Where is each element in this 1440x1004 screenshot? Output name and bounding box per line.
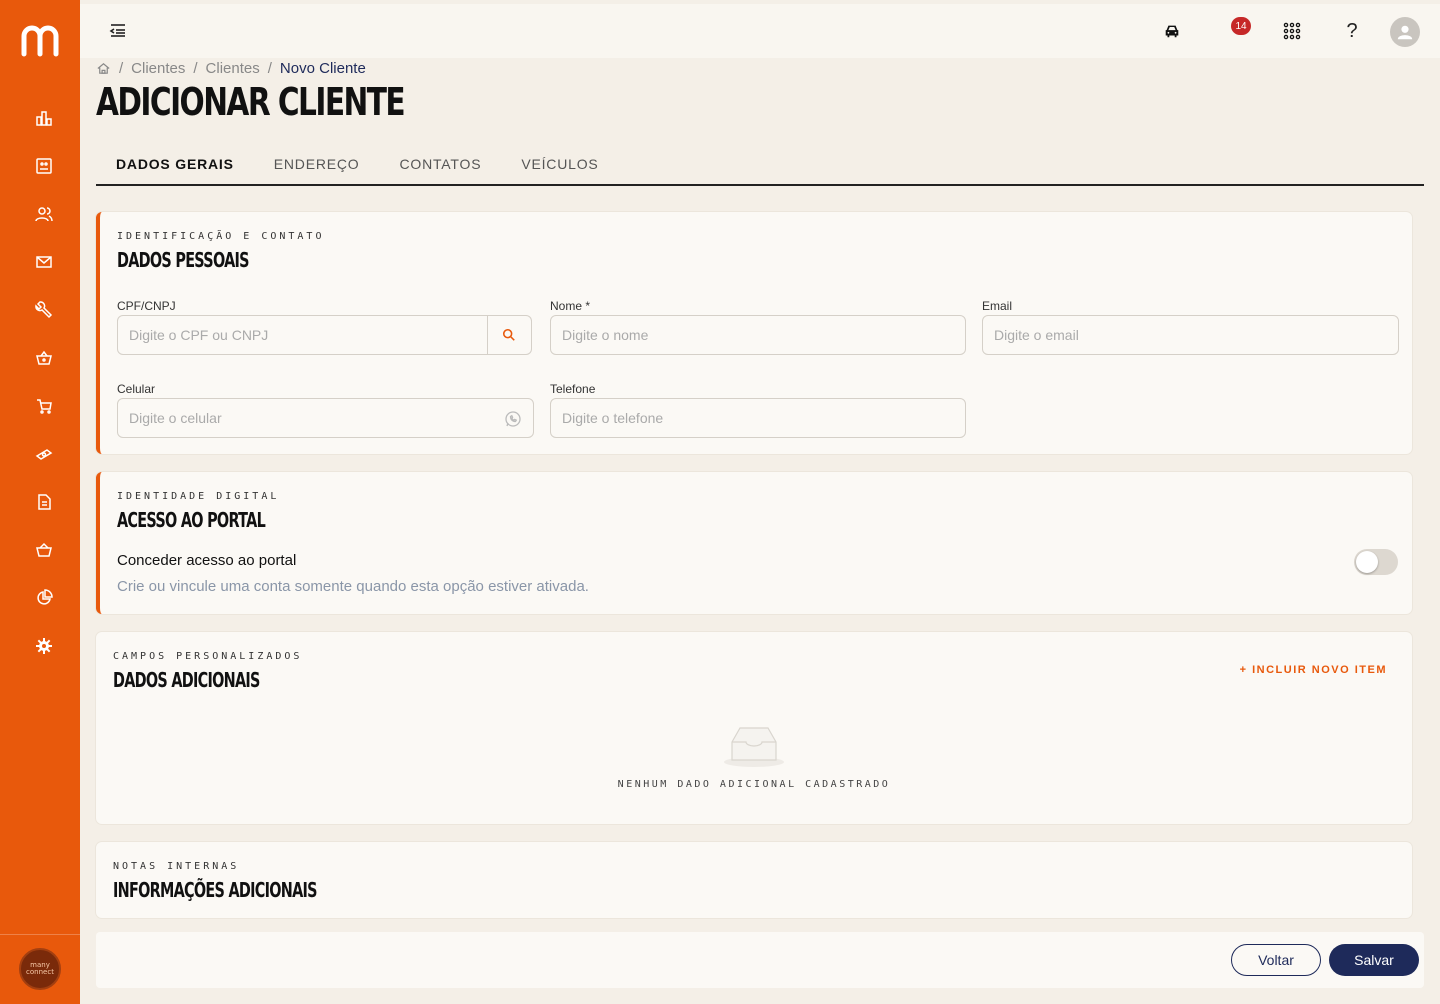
brand-badge-text: many connect xyxy=(26,961,54,976)
breadcrumb-separator: / xyxy=(193,59,198,77)
menu-collapse-icon[interactable] xyxy=(108,20,128,40)
nome-input[interactable]: Digite o nome xyxy=(550,315,966,355)
nome-label: Nome * xyxy=(550,299,590,313)
breadcrumb-item[interactable]: Clientes xyxy=(131,60,185,77)
page-title: ADICIONAR CLIENTE xyxy=(96,80,406,124)
tab-contatos[interactable]: CONTATOS xyxy=(379,144,501,184)
breadcrumb-item[interactable]: Clientes xyxy=(206,60,260,77)
add-item-button[interactable]: + INCLUIR NOVO ITEM xyxy=(1240,664,1387,676)
board-icon[interactable] xyxy=(32,154,56,178)
section-eyebrow: NOTAS INTERNAS xyxy=(113,861,240,872)
section-eyebrow: IDENTIFICAÇÃO E CONTATO xyxy=(117,231,325,242)
cpf-search-button[interactable] xyxy=(486,315,532,355)
celular-placeholder: Digite o celular xyxy=(129,410,222,426)
home-icon[interactable] xyxy=(96,61,111,76)
brand-logo[interactable] xyxy=(20,22,60,58)
portal-access-toggle[interactable] xyxy=(1354,549,1398,575)
tab-dados-gerais[interactable]: DADOS GERAIS xyxy=(96,144,254,184)
pie-chart-icon[interactable] xyxy=(32,586,56,610)
notification-badge[interactable]: 14 xyxy=(1231,17,1251,35)
sidebar: many connect xyxy=(0,0,80,1004)
email-input[interactable]: Digite o email xyxy=(982,315,1399,355)
money-icon[interactable] xyxy=(32,442,56,466)
users-icon[interactable] xyxy=(32,202,56,226)
tab-veiculos[interactable]: VEÍCULOS xyxy=(501,144,618,184)
breadcrumb: / Clientes / Clientes / Novo Cliente xyxy=(96,59,366,77)
internal-notes-card: NOTAS INTERNAS INFORMAÇÕES ADICIONAIS xyxy=(96,842,1412,918)
section-eyebrow: CAMPOS PERSONALIZADOS xyxy=(113,651,303,662)
mail-icon[interactable] xyxy=(32,250,56,274)
section-title: DADOS PESSOAIS xyxy=(117,248,250,272)
cpf-input[interactable]: Digite o CPF ou CNPJ xyxy=(117,315,488,355)
cpf-label: CPF/CNPJ xyxy=(117,299,176,313)
empty-state-text: NENHUM DADO ADICIONAL CADASTRADO xyxy=(617,779,891,790)
document-icon[interactable] xyxy=(32,490,56,514)
dashboard-icon[interactable] xyxy=(32,106,56,130)
additional-data-card: CAMPOS PERSONALIZADOS DADOS ADICIONAIS +… xyxy=(96,632,1412,824)
brand-badge[interactable]: many connect xyxy=(19,948,61,990)
section-title: DADOS ADICIONAIS xyxy=(113,668,260,692)
nome-label-text: Nome xyxy=(550,299,583,313)
shopping-basket-icon[interactable] xyxy=(32,538,56,562)
tab-bar: DADOS GERAIS ENDEREÇO CONTATOS VEÍCULOS xyxy=(96,144,1424,186)
user-avatar[interactable] xyxy=(1390,17,1420,47)
section-title: INFORMAÇÕES ADICIONAIS xyxy=(113,878,318,902)
required-marker: * xyxy=(585,299,591,313)
sidebar-divider xyxy=(0,934,80,935)
celular-label: Celular xyxy=(117,382,156,396)
personal-data-card: IDENTIFICAÇÃO E CONTATO DADOS PESSOAIS C… xyxy=(96,212,1412,454)
breadcrumb-separator: / xyxy=(267,59,272,77)
top-bar: 14 ? xyxy=(80,4,1440,58)
breadcrumb-separator: / xyxy=(119,59,124,77)
portal-hint: Crie ou vincule uma conta somente quando… xyxy=(117,578,589,595)
section-eyebrow: IDENTIDADE DIGITAL xyxy=(117,491,280,502)
wrench-icon[interactable] xyxy=(32,298,56,322)
empty-inbox-icon xyxy=(724,727,784,767)
save-button[interactable]: Salvar xyxy=(1329,944,1419,976)
cart-icon[interactable] xyxy=(32,394,56,418)
basket-icon[interactable] xyxy=(32,346,56,370)
apps-grid-icon[interactable] xyxy=(1279,18,1305,44)
whatsapp-icon xyxy=(505,411,521,427)
settings-icon[interactable] xyxy=(32,634,56,658)
section-title: ACESSO AO PORTAL xyxy=(117,508,266,532)
back-button[interactable]: Voltar xyxy=(1231,944,1321,976)
search-icon xyxy=(502,328,515,341)
car-icon[interactable] xyxy=(1159,18,1185,44)
tab-endereco[interactable]: ENDEREÇO xyxy=(254,144,380,184)
portal-toggle-label: Conceder acesso ao portal xyxy=(117,552,297,569)
telefone-input[interactable]: Digite o telefone xyxy=(550,398,966,438)
form-footer: Voltar Salvar xyxy=(96,932,1424,988)
telefone-label: Telefone xyxy=(550,382,596,396)
portal-access-card: IDENTIDADE DIGITAL ACESSO AO PORTAL Conc… xyxy=(96,472,1412,614)
celular-input[interactable]: Digite o celular xyxy=(117,398,534,438)
email-label: Email xyxy=(982,299,1013,313)
help-icon[interactable]: ? xyxy=(1339,18,1365,44)
breadcrumb-current: Novo Cliente xyxy=(279,59,366,77)
